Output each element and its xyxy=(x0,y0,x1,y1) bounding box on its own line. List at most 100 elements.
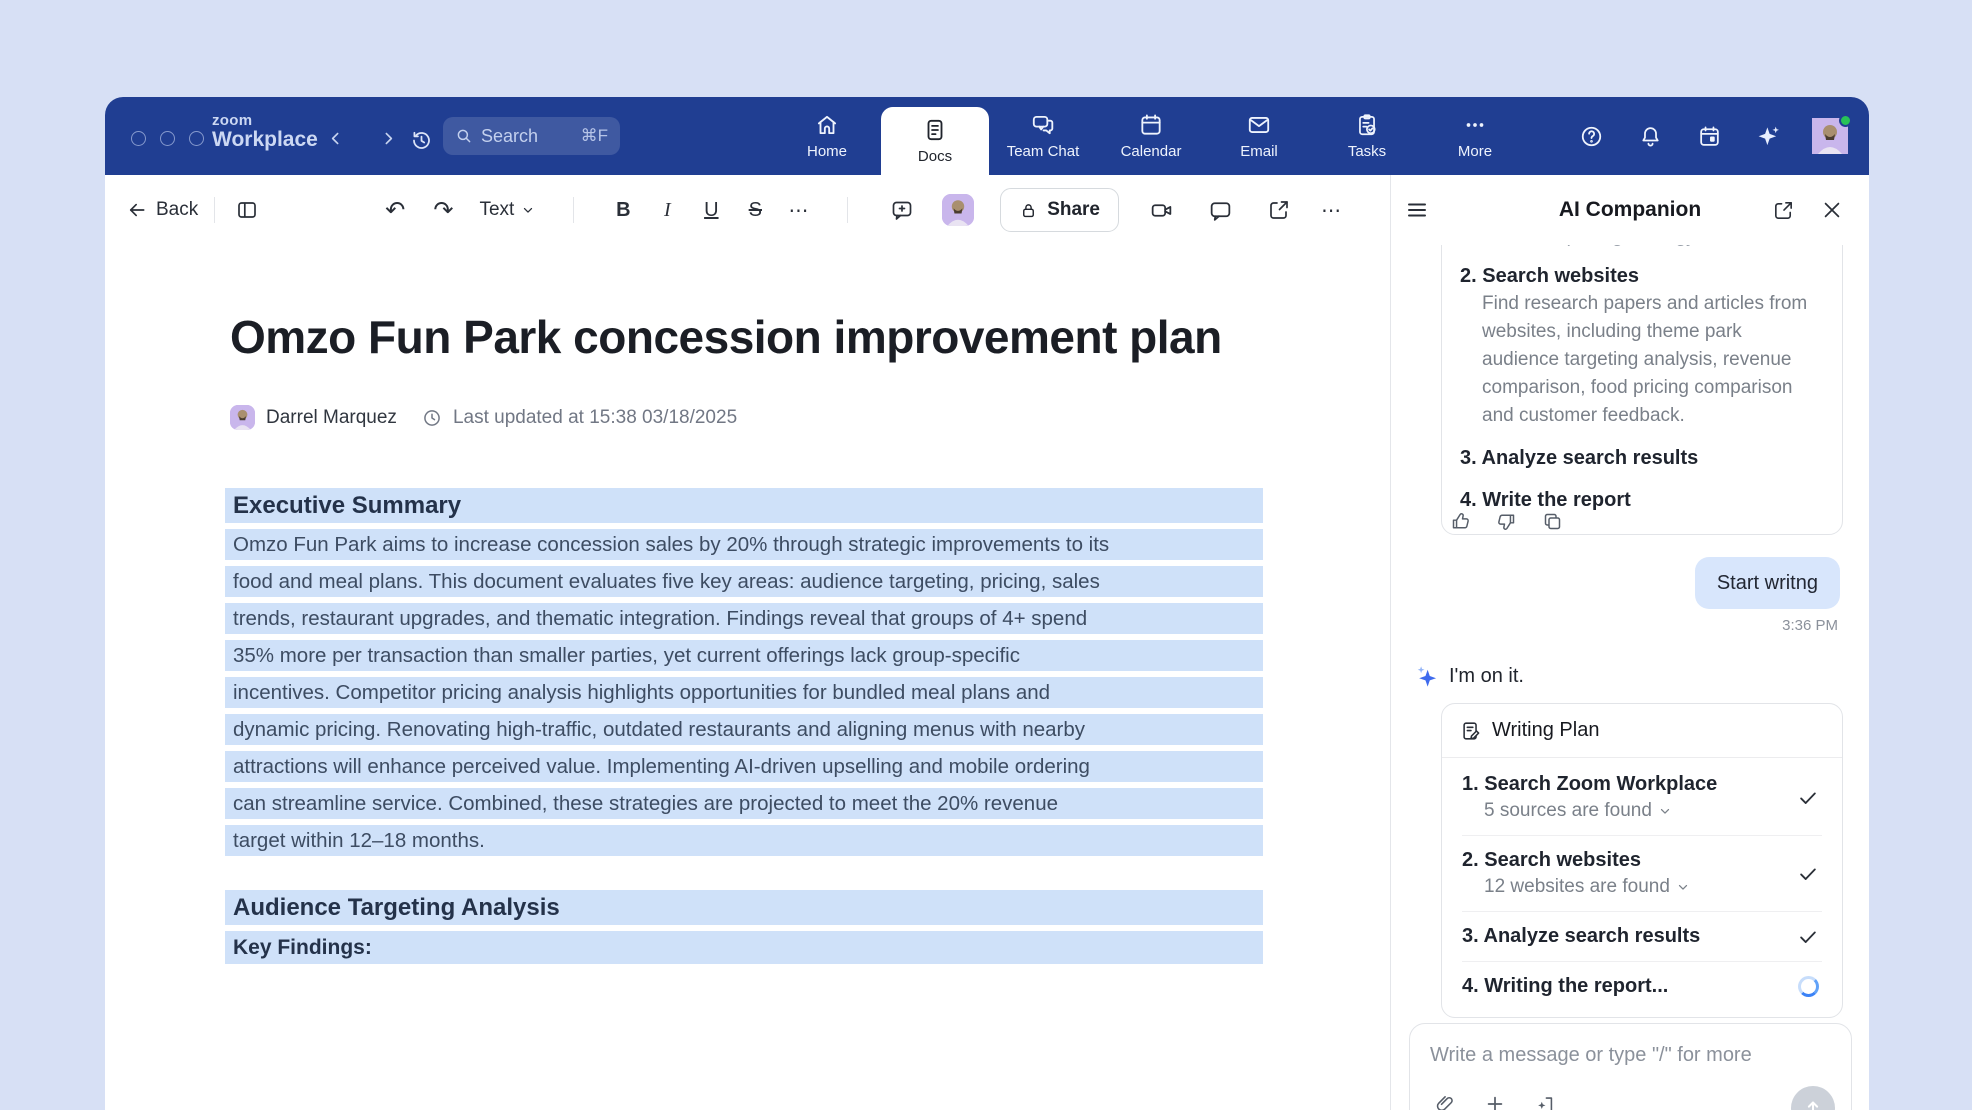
window-minimize-button[interactable] xyxy=(160,131,175,146)
composer-input[interactable] xyxy=(1430,1044,1831,1067)
tab-email[interactable]: Email xyxy=(1205,97,1313,175)
window-controls[interactable] xyxy=(131,131,204,146)
highlighted-text-line: incentives. Competitor pricing analysis … xyxy=(225,677,1263,708)
home-icon xyxy=(814,112,840,138)
close-icon[interactable] xyxy=(1817,195,1847,226)
author-avatar xyxy=(230,405,255,430)
ai-companion-panel: AI Companion current food pricing strate… xyxy=(1390,175,1869,1110)
tab-tasks[interactable]: Tasks xyxy=(1313,97,1421,175)
thumbs-up-icon[interactable] xyxy=(1446,507,1475,536)
docs-icon xyxy=(922,117,948,143)
pop-out-icon[interactable] xyxy=(1768,195,1799,226)
thumbs-down-icon[interactable] xyxy=(1492,507,1521,536)
notifications-bell-icon[interactable] xyxy=(1634,120,1667,153)
writing-plan-card: Writing Plan 1. Search Zoom Workplace 5 … xyxy=(1441,703,1843,1018)
assistant-status-row: I'm on it. xyxy=(1413,663,1524,690)
presence-status-dot xyxy=(1839,114,1852,127)
plan-item-3: 3. Analyze search results xyxy=(1462,912,1822,962)
tab-more[interactable]: More xyxy=(1421,97,1529,175)
strikethrough-button[interactable]: S xyxy=(744,199,766,222)
ai-conversation[interactable]: current food pricing strategy. 2. Search… xyxy=(1391,245,1869,1110)
copy-icon[interactable] xyxy=(1538,507,1567,536)
add-comment-icon[interactable] xyxy=(886,194,918,226)
text-style-label: Text xyxy=(479,199,514,221)
tab-more-label: More xyxy=(1458,143,1492,160)
schedule-icon[interactable] xyxy=(1693,120,1726,153)
user-avatar[interactable] xyxy=(1812,118,1848,154)
help-icon[interactable] xyxy=(1575,120,1608,153)
last-updated: Last updated at 15:38 03/18/2025 xyxy=(453,407,737,429)
sidebar-toggle-icon[interactable] xyxy=(231,194,263,226)
tab-team-chat-label: Team Chat xyxy=(1007,143,1080,160)
toolbar-divider xyxy=(573,197,574,223)
message-timestamp: 3:36 PM xyxy=(1782,617,1838,634)
open-external-icon[interactable] xyxy=(1263,194,1295,226)
clock-icon xyxy=(422,408,442,428)
redo-button[interactable]: ↷ xyxy=(429,192,457,229)
format-more-button[interactable]: ⋯ xyxy=(788,198,809,223)
plan-item-detail-text: 12 websites are found xyxy=(1484,874,1670,900)
plan-item-detail[interactable]: 12 websites are found xyxy=(1462,874,1794,900)
collaborator-avatar[interactable] xyxy=(942,194,974,226)
user-message-text: Start writng xyxy=(1717,572,1818,595)
ai-panel-header: AI Companion xyxy=(1391,175,1869,245)
text-style-dropdown[interactable]: Text xyxy=(479,199,535,221)
navbar-right-cluster xyxy=(1575,97,1848,175)
underline-button[interactable]: U xyxy=(700,199,722,222)
tab-home[interactable]: Home xyxy=(773,97,881,175)
toolbar-divider xyxy=(214,197,215,223)
top-navbar: zoom Workplace Search ⌘F xyxy=(105,97,1869,175)
plan-step-title: 3. Analyze search results xyxy=(1460,444,1824,472)
chevron-down-icon xyxy=(1676,880,1690,894)
share-button[interactable]: Share xyxy=(1000,188,1119,232)
tab-calendar[interactable]: Calendar xyxy=(1097,97,1205,175)
highlighted-text-line: 35% more per transaction than smaller pa… xyxy=(225,640,1263,671)
highlighted-text-line: target within 12–18 months. xyxy=(225,825,1263,856)
italic-button[interactable]: I xyxy=(656,199,678,222)
video-meeting-icon[interactable] xyxy=(1145,194,1178,227)
window-close-button[interactable] xyxy=(131,131,146,146)
add-plus-icon[interactable] xyxy=(1480,1089,1510,1110)
tab-tasks-label: Tasks xyxy=(1348,143,1386,160)
undo-button[interactable]: ↶ xyxy=(381,192,409,229)
tab-email-label: Email xyxy=(1240,143,1278,160)
attach-file-icon[interactable] xyxy=(1430,1089,1460,1110)
audience-heading: Audience Targeting Analysis xyxy=(225,890,1263,925)
insert-to-doc-icon[interactable] xyxy=(1530,1089,1560,1110)
highlighted-text-line: Omzo Fun Park aims to increase concessio… xyxy=(225,529,1263,560)
document-area: Back ↶ ↷ Text xyxy=(105,175,1390,1110)
toolbar-more-button[interactable]: ⋯ xyxy=(1321,198,1342,223)
global-search-input[interactable]: Search ⌘F xyxy=(443,117,620,155)
team-chat-icon xyxy=(1030,112,1056,138)
tab-docs[interactable]: Docs xyxy=(881,107,989,175)
bold-button[interactable]: B xyxy=(612,199,634,222)
history-icon[interactable] xyxy=(405,124,438,157)
key-findings-heading: Key Findings: xyxy=(225,931,1263,964)
plan-item-title: 3. Analyze search results xyxy=(1462,925,1700,947)
zoom-workplace-window: zoom Workplace Search ⌘F xyxy=(105,97,1869,1110)
plan-item-title: 4. Writing the report... xyxy=(1462,975,1668,997)
previous-plan-steps: 2. Search websites Find research papers … xyxy=(1460,262,1824,514)
app-tabs: Home Docs Team Chat xyxy=(773,97,1529,175)
plan-item-detail[interactable]: 5 sources are found xyxy=(1462,798,1794,824)
tab-team-chat[interactable]: Team Chat xyxy=(989,97,1097,175)
check-icon xyxy=(1794,787,1822,809)
author-name: Darrel Marquez xyxy=(266,407,397,429)
nav-back-icon[interactable] xyxy=(323,126,348,151)
comments-icon[interactable] xyxy=(1204,194,1237,227)
clipped-text-line: current food pricing strategy. xyxy=(1460,245,1824,248)
window-zoom-button[interactable] xyxy=(189,131,204,146)
nav-forward-icon[interactable] xyxy=(376,126,401,151)
share-label: Share xyxy=(1047,199,1100,221)
highlighted-text-line: trends, restaurant upgrades, and themati… xyxy=(225,603,1263,634)
document-toolbar: Back ↶ ↷ Text xyxy=(105,175,1390,245)
document-canvas[interactable]: Omzo Fun Park concession improvement pla… xyxy=(105,245,1390,1110)
tab-home-label: Home xyxy=(807,143,847,160)
ai-sparkle-icon[interactable] xyxy=(1752,119,1786,153)
plan-item-title: 2. Search websites xyxy=(1462,849,1641,871)
message-composer[interactable] xyxy=(1409,1023,1852,1110)
brand-zoom: zoom xyxy=(212,113,318,129)
plan-item-detail-text: 5 sources are found xyxy=(1484,798,1652,824)
email-icon xyxy=(1246,112,1272,138)
back-button[interactable]: Back xyxy=(127,199,198,221)
